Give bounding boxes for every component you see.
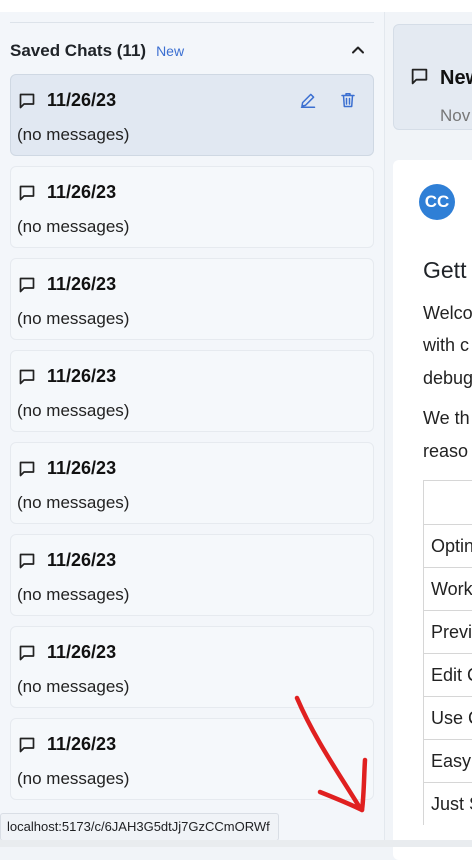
message-square-icon xyxy=(18,92,36,110)
chat-date: 11/26/23 xyxy=(47,182,117,202)
chat-date: 11/26/23 xyxy=(47,274,117,294)
chat-preview: (no messages) xyxy=(17,309,130,328)
chat-list-item[interactable]: 11/26/23 (no messages) xyxy=(10,718,374,800)
trash-icon[interactable] xyxy=(339,91,357,109)
message-square-icon xyxy=(18,276,36,294)
message-square-icon xyxy=(18,552,36,570)
welcome-line-4: We th xyxy=(423,408,470,428)
chat-list-item[interactable]: 11/26/23 (no messages) xyxy=(10,442,374,524)
table-row: Just S xyxy=(424,782,472,825)
table-row: Easy xyxy=(424,739,472,782)
message-square-icon xyxy=(18,460,36,478)
chevron-up-icon[interactable] xyxy=(348,40,368,60)
table-row: Previ xyxy=(424,610,472,653)
new-chat-date: Nov xyxy=(440,106,471,125)
table-row: Edit C xyxy=(424,653,472,696)
chat-list-item[interactable]: 11/26/23 (no messages) xyxy=(10,166,374,248)
chat-content-card: CC Gett Welco with c debug We th reaso O… xyxy=(393,160,472,860)
welcome-line-2: with c xyxy=(423,335,470,355)
chat-preview: (no messages) xyxy=(17,769,130,788)
chat-list: 11/26/23 (no messages) 11/26/23 (no message… xyxy=(10,74,374,810)
table-row: Use C xyxy=(424,696,472,739)
divider xyxy=(10,22,374,23)
chat-preview: (no messages) xyxy=(17,217,130,236)
bottom-strip xyxy=(0,840,472,847)
chat-date: 11/26/23 xyxy=(47,734,117,754)
table-row: Optin xyxy=(424,524,472,567)
chat-preview: (no messages) xyxy=(17,493,130,512)
chat-list-item[interactable]: 11/26/23 (no messages) xyxy=(10,74,374,156)
saved-chats-sidebar: Saved Chats (11) New 11/26/23 (no message… xyxy=(0,12,385,847)
welcome-line-1: Welco xyxy=(423,303,472,323)
pencil-icon[interactable] xyxy=(299,91,317,109)
chat-preview: (no messages) xyxy=(17,677,130,696)
welcome-heading: Gett xyxy=(423,257,467,283)
chat-preview: (no messages) xyxy=(17,585,130,604)
new-chat-title: New xyxy=(440,67,472,89)
message-square-icon xyxy=(18,644,36,662)
chat-list-item[interactable]: 11/26/23 (no messages) xyxy=(10,534,374,616)
table-row: Work xyxy=(424,567,472,610)
new-chat-card[interactable]: New Nov xyxy=(393,24,472,130)
chat-preview: (no messages) xyxy=(17,401,130,420)
chat-list-item[interactable]: 11/26/23 (no messages) xyxy=(10,626,374,708)
link-status-bar: localhost:5173/c/6JAH3G5dtJj7GzCCmORWf xyxy=(0,813,279,841)
feature-table: OptinWorkPreviEdit CUse CEasyJust S xyxy=(423,480,472,825)
chat-date: 11/26/23 xyxy=(47,366,117,386)
chat-date: 11/26/23 xyxy=(47,90,117,110)
chat-list-item[interactable]: 11/26/23 (no messages) xyxy=(10,350,374,432)
message-square-icon xyxy=(18,184,36,202)
chat-date: 11/26/23 xyxy=(47,550,117,570)
welcome-line-3: debug xyxy=(423,368,472,388)
avatar: CC xyxy=(419,184,455,220)
chat-date: 11/26/23 xyxy=(47,642,117,662)
top-strip xyxy=(0,0,472,12)
chat-list-item[interactable]: 11/26/23 (no messages) xyxy=(10,258,374,340)
new-chat-link[interactable]: New xyxy=(156,43,184,59)
message-square-icon xyxy=(18,368,36,386)
welcome-line-5: reaso xyxy=(423,441,469,461)
chat-date: 11/26/23 xyxy=(47,458,117,478)
message-square-icon xyxy=(18,736,36,754)
saved-chats-header[interactable]: Saved Chats (11) New xyxy=(10,40,374,62)
message-square-icon xyxy=(410,67,429,86)
saved-chats-title: Saved Chats (11) xyxy=(10,41,147,60)
table-header-row xyxy=(424,480,472,524)
chat-preview: (no messages) xyxy=(17,125,130,144)
main-panel: New Nov CC Gett Welco with c debug We th… xyxy=(385,12,472,860)
